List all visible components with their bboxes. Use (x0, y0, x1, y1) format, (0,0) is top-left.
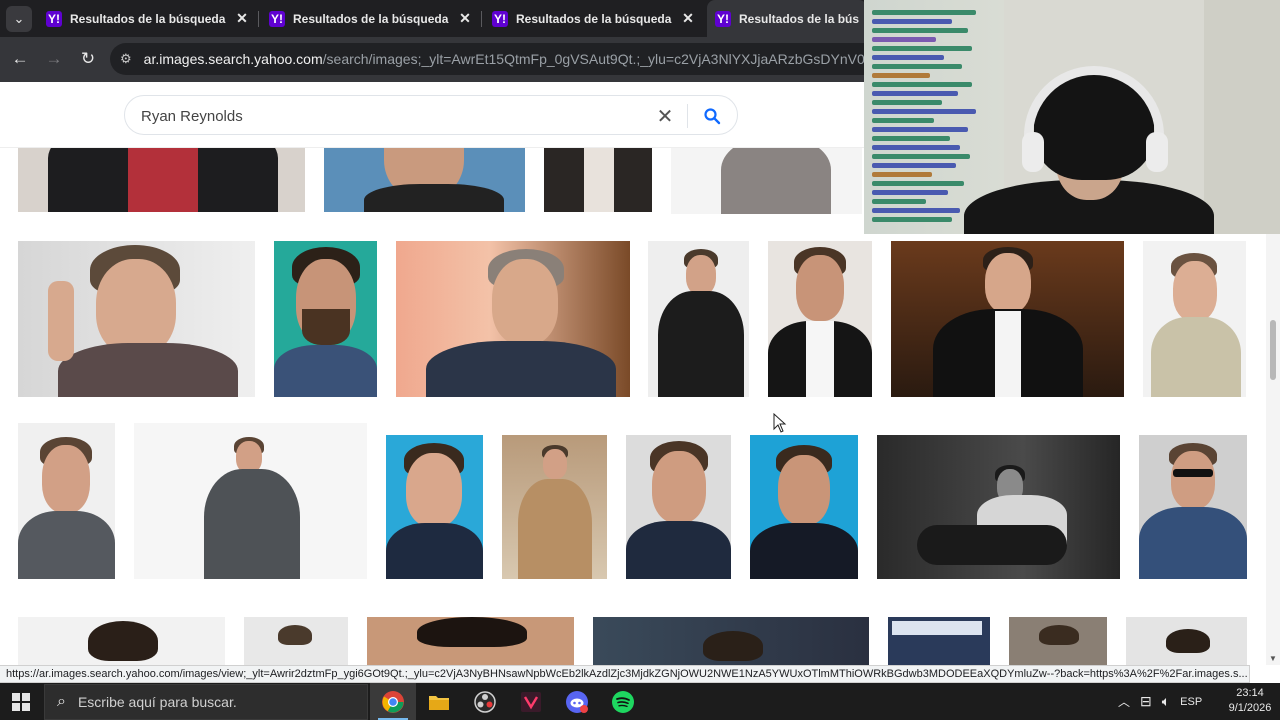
image-result[interactable] (1143, 241, 1246, 397)
taskbar-search-placeholder: Escribe aquí para buscar. (77, 694, 237, 710)
back-button[interactable]: ← (9, 48, 31, 70)
scrollbar-thumb[interactable] (1270, 320, 1276, 380)
yahoo-favicon-icon: Y! (492, 10, 508, 27)
image-result[interactable] (544, 148, 652, 212)
system-tray: ︿ ⊟ 🔈︎ ESP (1118, 683, 1202, 720)
search-box: ✕ (124, 95, 738, 135)
chevron-down-icon: ⌄ (13, 11, 25, 26)
yahoo-favicon-icon: Y! (269, 10, 285, 27)
yahoo-favicon-icon: Y! (46, 10, 62, 27)
image-result[interactable] (367, 617, 574, 665)
tab-search-button[interactable]: ⌄ (6, 6, 32, 32)
headphone-earcup (1022, 132, 1044, 172)
image-result[interactable] (18, 241, 255, 397)
image-result[interactable] (626, 435, 731, 579)
discord-icon (566, 690, 588, 713)
image-result[interactable] (671, 148, 862, 214)
tab-title: Resultados de la búsqueda de im (70, 11, 228, 26)
image-result[interactable] (386, 435, 483, 579)
scroll-down-icon[interactable]: ▼ (1269, 654, 1277, 663)
close-icon[interactable]: ✕ (680, 10, 696, 27)
forward-button[interactable]: → (43, 48, 65, 70)
clear-search-button[interactable]: ✕ (653, 104, 677, 128)
arrow-left-icon: ← (11, 49, 29, 68)
browser-tab-active[interactable]: Y! Resultados de la búsqueda de im (707, 0, 867, 37)
taskbar-clock[interactable]: 23:14 9/1/2026 (1222, 686, 1278, 716)
url-domain: ar.images.search.yahoo.com (143, 51, 323, 67)
webcam-overlay (864, 0, 1280, 234)
yahoo-favicon-icon: Y! (715, 10, 731, 27)
tab-title: Resultados de la búsqueda de im (739, 11, 859, 26)
file-explorer-taskbar-button[interactable] (416, 683, 462, 720)
image-result[interactable] (274, 241, 377, 397)
image-result[interactable] (593, 617, 869, 665)
close-icon[interactable]: ✕ (234, 10, 250, 27)
windows-start-icon[interactable] (12, 693, 30, 711)
mouse-cursor-icon (773, 413, 787, 433)
image-result[interactable] (244, 617, 348, 665)
image-result[interactable] (18, 148, 305, 212)
image-result[interactable] (877, 435, 1120, 579)
browser-tab[interactable]: Y! Resultados de la búsqueda de im ✕ (261, 0, 481, 37)
image-result[interactable] (888, 617, 990, 665)
background-door (1204, 0, 1280, 234)
obs-taskbar-button[interactable] (462, 683, 508, 720)
language-indicator[interactable]: ESP (1180, 696, 1202, 708)
site-info-icon[interactable]: ⚙ (120, 51, 132, 67)
image-result[interactable] (18, 617, 225, 665)
search-input[interactable] (141, 105, 641, 127)
headphone-earcup (1146, 132, 1168, 172)
url-path: /search/images;_ylt=AwrEt15QtmFp_0gVSAut… (322, 51, 946, 67)
search-icon: ⌕ (57, 693, 66, 710)
discord-taskbar-button[interactable] (554, 683, 600, 720)
reload-icon: ↻ (80, 49, 96, 68)
link-status-url: https://ar.images.search.yahoo.com/image… (0, 665, 1250, 683)
taskbar-search-box[interactable]: ⌕ Escribe aquí para buscar. (44, 684, 368, 720)
reload-button[interactable]: ↻ (77, 48, 99, 70)
chrome-icon (382, 690, 404, 713)
folder-icon (429, 695, 449, 710)
search-divider (687, 104, 688, 128)
close-icon[interactable]: ✕ (457, 10, 473, 27)
app-taskbar-button[interactable] (508, 683, 554, 720)
image-result[interactable] (18, 423, 115, 579)
image-result[interactable] (1126, 617, 1247, 665)
browser-tab[interactable]: Y! Resultados de la búsqueda de im ✕ (38, 0, 258, 37)
chrome-taskbar-button[interactable] (370, 683, 416, 720)
arrow-right-icon: → (45, 49, 63, 68)
windows-taskbar: ⌕ Escribe aquí para buscar. ︿ ⊟ 🔈︎ ESP 2… (0, 683, 1280, 720)
app-icon (521, 691, 541, 712)
network-icon[interactable]: ⊟ (1140, 693, 1152, 710)
chevron-up-icon[interactable]: ︿ (1118, 693, 1130, 710)
tab-divider (481, 11, 482, 27)
image-result[interactable] (134, 423, 367, 579)
tab-title: Resultados de la búsqueda de im (293, 11, 451, 26)
tab-divider (258, 11, 259, 27)
page-scrollbar[interactable]: ▼ (1266, 234, 1280, 665)
spotify-taskbar-button[interactable] (600, 683, 646, 720)
volume-icon[interactable]: 🔈︎ (1162, 693, 1170, 710)
image-result[interactable] (1139, 435, 1247, 579)
clock-date: 9/1/2026 (1228, 702, 1272, 714)
close-icon: ✕ (656, 105, 674, 128)
image-result[interactable] (891, 241, 1124, 397)
image-result[interactable] (396, 241, 630, 397)
image-result[interactable] (768, 241, 872, 397)
search-icon (704, 108, 721, 125)
spotify-icon (612, 690, 634, 713)
image-result[interactable] (324, 148, 525, 212)
search-button[interactable] (699, 104, 725, 128)
browser-tab[interactable]: Y! Resultados de la búsqueda de im ✕ (484, 0, 704, 37)
tab-title: Resultados de la búsqueda de im (516, 11, 674, 26)
headphones (1024, 66, 1164, 166)
obs-icon (474, 690, 496, 713)
image-result[interactable] (648, 241, 749, 397)
clock-time: 23:14 (1236, 687, 1264, 699)
image-result[interactable] (502, 435, 607, 579)
image-result[interactable] (750, 435, 858, 579)
image-result[interactable] (1009, 617, 1107, 665)
